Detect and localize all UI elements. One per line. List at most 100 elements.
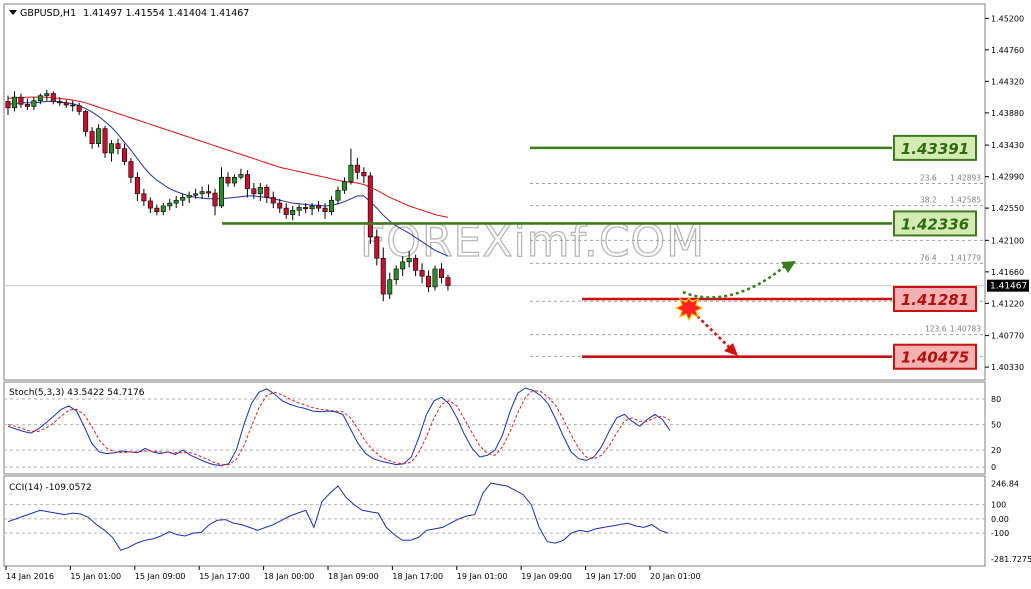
candle-body (193, 193, 199, 196)
candle-body (37, 95, 43, 101)
candle-body (63, 102, 69, 106)
fib-ratio-label: 76.4 (920, 253, 937, 262)
candle-body (374, 236, 380, 259)
stoch-tick-label: 20 (991, 446, 1001, 455)
stoch-title: Stoch(5,3,3) 43.5422 54.7176 (9, 388, 145, 398)
candle (367, 172, 373, 244)
price-tick-label: 1.40770 (991, 332, 1024, 341)
candle-body (212, 192, 218, 207)
candle-body (219, 177, 225, 207)
cci-tick-label: -100 (991, 529, 1009, 538)
candle-body (44, 93, 50, 96)
candle-body (257, 187, 263, 195)
cci-tick-label: -281.7275 (991, 555, 1031, 564)
candle-body (367, 175, 373, 238)
cci-tick-label: 100 (991, 501, 1006, 510)
price-tick-label: 1.45200 (991, 14, 1024, 23)
candle-body (393, 268, 399, 281)
price-tick-label: 1.43430 (991, 141, 1024, 150)
stoch-tick-label: 80 (991, 395, 1001, 404)
stoch-tick-label: 0 (991, 463, 996, 472)
time-tick-label: 18 Jan 00:00 (264, 572, 315, 581)
fib-ratio-label: 38.2 (920, 196, 937, 205)
candle-body (231, 177, 237, 184)
candle-body (419, 270, 425, 277)
candle-body (387, 279, 393, 295)
fib-price-label: 1.40783 (950, 325, 981, 334)
candle-body (160, 205, 166, 212)
chart-canvas: FOREXimf.COM 23.6 1.4289338.2 1.4258576.4 1… (0, 0, 1031, 589)
support-label: 1.41281 (901, 291, 969, 309)
candle-body (283, 207, 289, 215)
candle-body (5, 101, 11, 109)
candle-body (147, 200, 153, 209)
time-tick-label: 19 Jan 17:00 (586, 572, 637, 581)
candle-body (341, 181, 347, 191)
candle-body (141, 193, 147, 202)
candle-body (115, 143, 121, 149)
candle-body (406, 257, 412, 263)
time-tick-label: 14 Jan 2016 (6, 572, 54, 581)
candle-body (270, 197, 276, 204)
candle-body (24, 103, 30, 107)
price-tick-label: 1.41660 (991, 268, 1024, 277)
candle-body (186, 194, 192, 198)
candle-body (18, 96, 24, 105)
candle-body (296, 207, 302, 211)
price-tick-label: 1.43880 (991, 109, 1024, 118)
candle (102, 125, 108, 158)
price-tick-label: 1.41220 (991, 299, 1024, 308)
time-tick-label: 18 Jan 17:00 (392, 572, 443, 581)
candle-body (400, 261, 406, 270)
stoch-panel (3, 381, 986, 475)
fib-price-label: 1.41779 (950, 253, 981, 262)
fib-ratio-label: 23.6 (920, 174, 937, 183)
price-tick-label: 1.42550 (991, 204, 1024, 213)
candle (432, 265, 438, 291)
candle-body (354, 164, 360, 173)
price-tick-label: 1.44760 (991, 46, 1024, 55)
candle-body (167, 202, 173, 207)
ohlc-values: 1.41497 1.41554 1.41404 1.41467 (83, 8, 249, 19)
main-panel (3, 3, 986, 381)
candle-body (199, 191, 205, 195)
candle-body (322, 207, 328, 212)
candle-body (413, 257, 419, 271)
candle-body (121, 148, 127, 162)
candle-body (89, 131, 95, 144)
candle-body (251, 188, 257, 195)
fib-price-label: 1.42585 (950, 196, 981, 205)
candle-body (96, 128, 102, 144)
candle-body (11, 96, 17, 109)
time-tick-label: 19 Jan 09:00 (521, 572, 572, 581)
time-tick-label: 18 Jan 09:00 (328, 572, 379, 581)
candle-body (109, 143, 115, 154)
candle-body (180, 197, 186, 201)
candle-body (206, 191, 212, 194)
candle-body (432, 268, 438, 288)
candle-body (348, 164, 354, 182)
candle-body (83, 111, 89, 132)
candle-body (426, 275, 432, 288)
support-label: 1.40475 (901, 349, 969, 367)
cci-tick-label: 0.00 (991, 515, 1009, 524)
candle-body (57, 101, 63, 104)
candle-body (335, 189, 341, 201)
candle-body (134, 177, 140, 195)
candle-body (264, 187, 270, 198)
candle-body (154, 207, 160, 212)
price-tick-label: 1.40330 (991, 363, 1024, 372)
candle-body (50, 93, 56, 102)
candle-body (328, 199, 334, 212)
time-tick-label: 19 Jan 01:00 (457, 572, 508, 581)
candle-body (309, 205, 315, 210)
resistance-label: 1.42336 (901, 215, 969, 233)
candle-body (244, 174, 250, 190)
symbol-label: GBPUSD,H1 (20, 8, 76, 19)
cci-panel (3, 475, 986, 567)
time-tick-label: 15 Jan 01:00 (70, 572, 121, 581)
candle-body (76, 105, 82, 112)
fib-price-label: 1.42893 (950, 174, 981, 183)
candle-body (128, 161, 134, 178)
candle-body (316, 205, 322, 209)
